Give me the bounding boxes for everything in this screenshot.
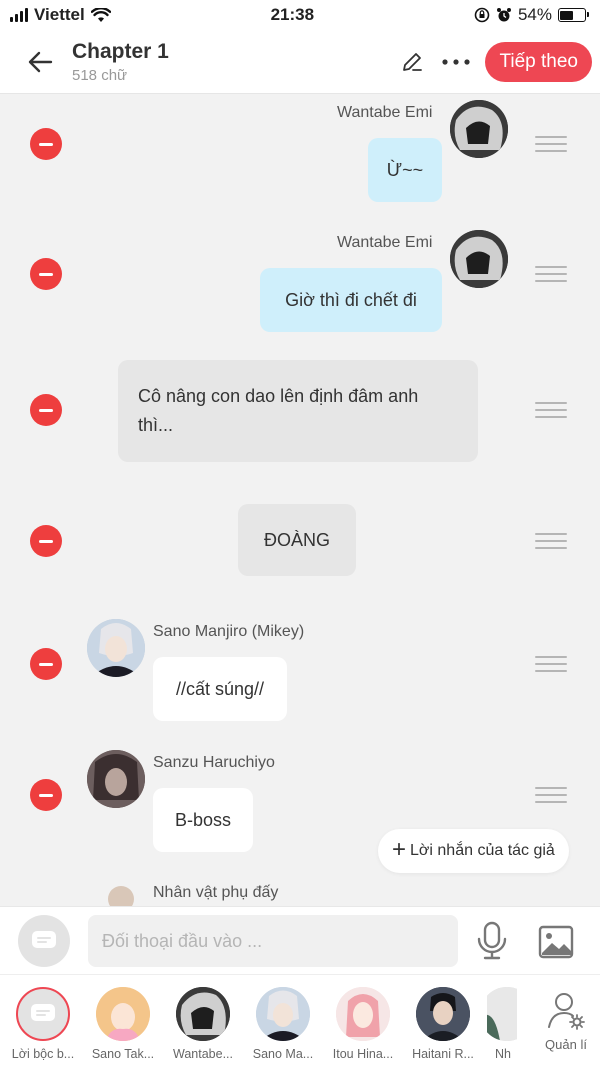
- character-label: Itou Hina...: [332, 1047, 394, 1061]
- word-count: 518 chữ: [72, 66, 128, 84]
- status-bar: Viettel 21:38 54%: [0, 0, 600, 30]
- character-label: Sano Ma...: [252, 1047, 314, 1061]
- character-label: Wantabe...: [173, 1047, 233, 1061]
- message-bubble[interactable]: B-boss: [153, 788, 253, 852]
- message-row: Sano Manjiro (Mikey) //cất súng//: [0, 619, 600, 729]
- character-item[interactable]: Sano Ma...: [247, 987, 319, 1061]
- battery-icon: [557, 8, 589, 22]
- chat-bubble-icon: [31, 1004, 55, 1021]
- sound-bubble[interactable]: ĐOÀNG: [238, 504, 356, 576]
- dialogue-input[interactable]: [88, 915, 458, 967]
- drag-handle[interactable]: [535, 533, 567, 549]
- arrow-left-icon: [28, 51, 53, 72]
- speaker-avatar[interactable]: [87, 619, 145, 677]
- message-bubble[interactable]: Ừ~~: [368, 138, 442, 202]
- delete-message-button[interactable]: [30, 258, 62, 290]
- speaker-name: Sano Manjiro (Mikey): [153, 623, 305, 640]
- character-avatar: [336, 987, 390, 1041]
- editor-header: Chapter 1 518 chữ Tiếp theo: [0, 30, 600, 94]
- speaker-name: Wantabe Emi: [337, 104, 433, 121]
- speaker-avatar[interactable]: [450, 230, 508, 288]
- drag-handle[interactable]: [535, 656, 567, 672]
- drag-handle[interactable]: [535, 787, 567, 803]
- message-row: Nhân vật phụ đấy: [0, 880, 600, 906]
- character-item[interactable]: Itou Hina...: [327, 987, 399, 1061]
- speaker-avatar[interactable]: [87, 750, 145, 808]
- message-bubble[interactable]: //cất súng//: [153, 657, 287, 721]
- speaker-avatar[interactable]: [108, 886, 134, 906]
- drag-handle[interactable]: [535, 136, 567, 152]
- narration-row: Cô nâng con dao lên định đâm anh thì...: [0, 360, 600, 464]
- message-bubble[interactable]: Giờ thì đi chết đi: [260, 268, 442, 332]
- character-label: Haitani R...: [412, 1047, 474, 1061]
- orientation-lock-icon: [474, 7, 490, 23]
- character-item[interactable]: Haitani R...: [407, 987, 479, 1061]
- character-bar: Lời bộc b... Sano Tak... Wantabe... Sano…: [0, 974, 600, 1067]
- pencil-icon: [403, 52, 423, 71]
- sound-row: ĐOÀNG: [0, 504, 600, 578]
- character-narrator[interactable]: Lời bộc b...: [7, 987, 79, 1061]
- speaker-name: Nhân vật phụ đấy: [153, 884, 279, 901]
- character-item[interactable]: Wantabe...: [167, 987, 239, 1061]
- more-dots-icon: [442, 58, 471, 65]
- narration-bubble[interactable]: Cô nâng con dao lên định đâm anh thì...: [118, 360, 478, 462]
- user-settings-icon: [548, 993, 585, 1030]
- message-row: Wantabe Emi Ừ~~: [0, 94, 600, 214]
- character-avatar: [416, 987, 470, 1041]
- speaker-avatar[interactable]: [450, 100, 508, 158]
- delete-message-button[interactable]: [30, 648, 62, 680]
- alarm-icon: [496, 8, 511, 22]
- character-label: Sano Tak...: [91, 1047, 155, 1061]
- chat-area[interactable]: Wantabe Emi Ừ~~ Wantabe Emi Giờ thì đi c…: [0, 94, 600, 906]
- next-button[interactable]: Tiếp theo: [485, 41, 592, 82]
- back-button[interactable]: [22, 44, 58, 80]
- chapter-title: Chapter 1: [72, 39, 169, 63]
- author-note-button[interactable]: + Lời nhắn của tác giả: [378, 829, 569, 873]
- manage-characters-button[interactable]: Quản lí: [540, 991, 592, 1052]
- character-item[interactable]: Nh: [487, 987, 517, 1061]
- author-note-label: Lời nhắn của tác giả: [410, 842, 555, 859]
- composer-bar: [0, 906, 600, 974]
- drag-handle[interactable]: [535, 402, 567, 418]
- character-avatar: [487, 987, 517, 1041]
- character-label: Nh: [495, 1047, 511, 1061]
- delete-message-button[interactable]: [30, 128, 62, 160]
- plus-icon: +: [392, 836, 407, 863]
- clock: 21:38: [270, 5, 315, 24]
- character-item[interactable]: Sano Tak...: [87, 987, 159, 1061]
- delete-message-button[interactable]: [30, 779, 62, 811]
- delete-message-button[interactable]: [30, 525, 62, 557]
- narration-toggle-button[interactable]: [18, 915, 70, 967]
- delete-message-button[interactable]: [30, 394, 62, 426]
- wifi-icon: [90, 7, 111, 22]
- narrator-avatar: [16, 987, 70, 1041]
- speaker-name: Sanzu Haruchiyo: [153, 754, 275, 771]
- character-label: Lời bộc b...: [11, 1047, 75, 1061]
- drag-handle[interactable]: [535, 266, 567, 282]
- more-options-button[interactable]: [441, 47, 471, 77]
- microphone-icon[interactable]: [474, 921, 510, 961]
- image-icon[interactable]: [538, 925, 574, 959]
- character-avatar: [96, 987, 150, 1041]
- battery-percent: 54%: [517, 5, 552, 24]
- battery-level: [560, 10, 573, 20]
- signal-icon: [10, 8, 28, 22]
- chat-bubble-icon: [32, 931, 56, 948]
- carrier-name: Viettel: [34, 5, 85, 24]
- speaker-name: Wantabe Emi: [337, 234, 433, 251]
- message-row: Wantabe Emi Giờ thì đi chết đi: [0, 224, 600, 344]
- character-avatar: [176, 987, 230, 1041]
- character-avatar: [256, 987, 310, 1041]
- manage-label: Quản lí: [545, 1037, 587, 1052]
- edit-button[interactable]: [397, 47, 427, 77]
